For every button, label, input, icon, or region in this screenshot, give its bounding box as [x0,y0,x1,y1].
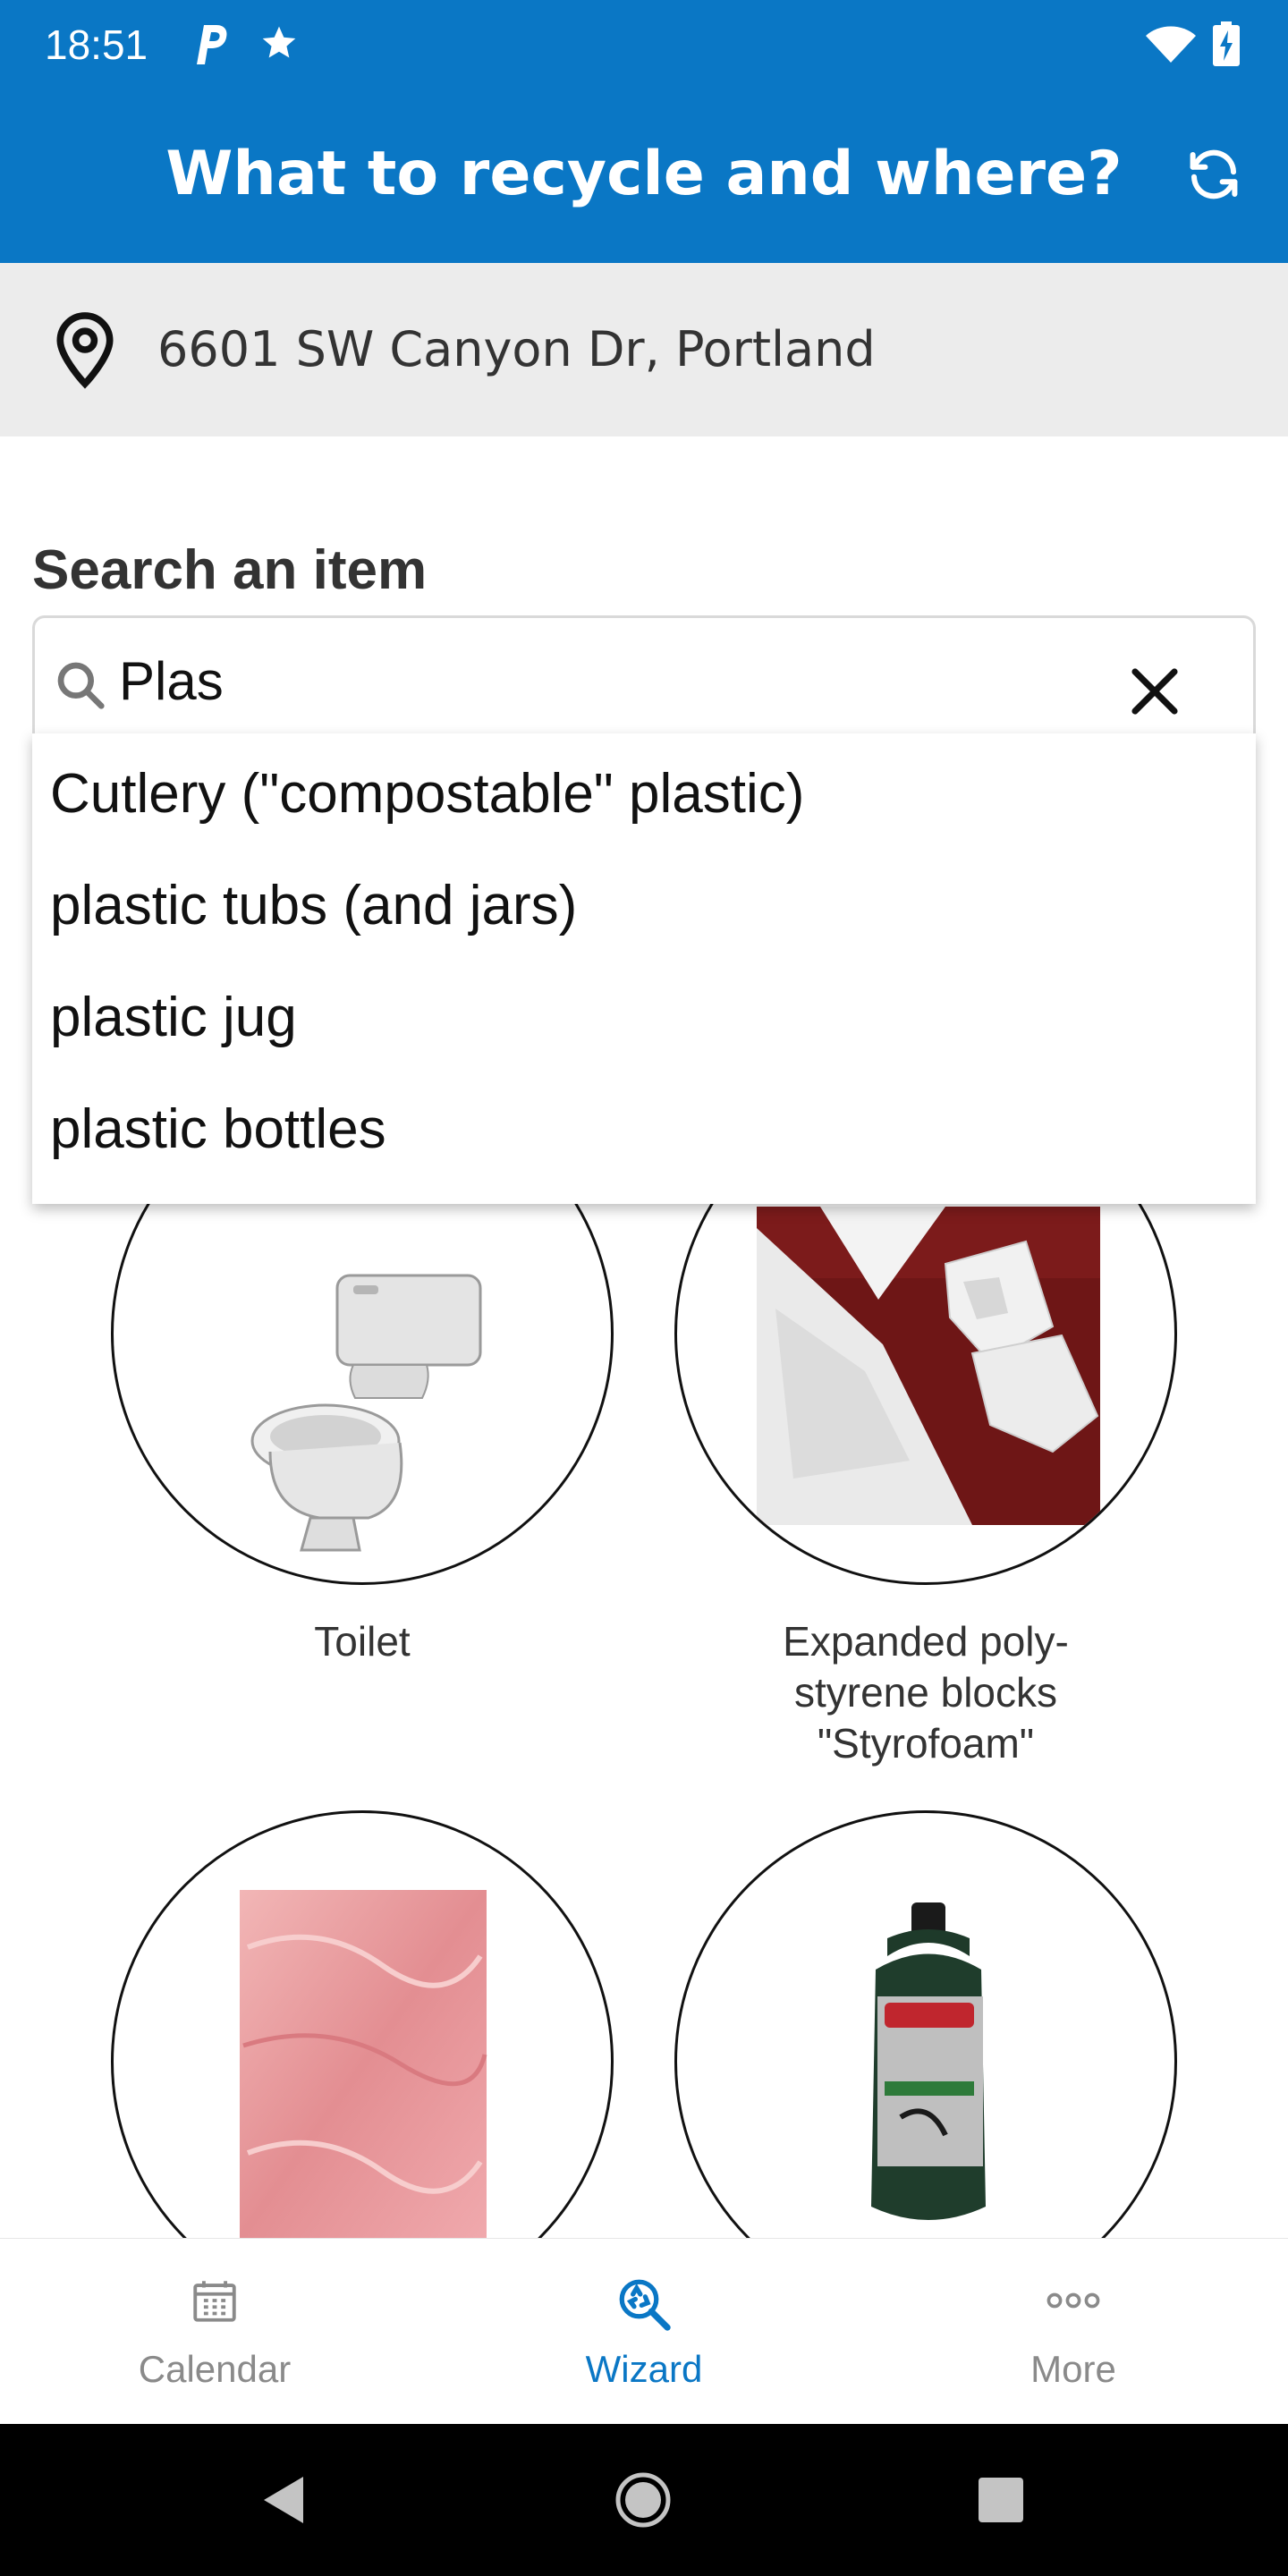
nav-label-more: More [1030,2348,1116,2390]
status-time: 18:51 [45,21,148,68]
styrofoam-image [757,1207,1100,1525]
calendar-icon [193,2281,236,2322]
home-button[interactable] [603,2460,683,2540]
recycle-search-icon [619,2279,671,2331]
insulation-image [240,1890,487,2238]
battery-charging-icon [1213,21,1240,70]
app-title: What to recycle and where? [165,139,1123,209]
close-icon [1131,668,1178,715]
suggestion-item[interactable]: plastic bottles [50,1096,386,1164]
suggestions-dropdown: Cutlery ("compostable" plastic) plastic … [32,733,1256,1204]
system-nav-bar [0,2424,1288,2576]
suggestion-item[interactable]: plastic jug [50,984,297,1052]
nav-item-calendar[interactable]: Calendar [0,2239,429,2425]
suggestion-item[interactable]: plastic tubs (and jars) [50,872,577,940]
recents-icon [979,2478,1023,2522]
propane-cylinder-image [871,1902,986,2220]
address-bar[interactable]: 6601 SW Canyon Dr, Portland [0,263,1288,436]
suggestion-item[interactable]: Cutlery ("compostable" plastic) [50,760,804,828]
search-icon [53,657,108,716]
item-grid: Toilet Expanded poly- styrene blocks "St… [0,1204,1288,2238]
status-bar: 18:51 [0,0,1288,89]
search-box [32,615,1256,750]
bottom-nav: Calendar Wizard More [0,2238,1288,2424]
refresh-icon [1190,149,1238,199]
parking-icon [193,23,229,70]
item-label-toilet: Toilet [314,1618,411,1665]
item-card-toilet[interactable] [111,1204,614,1585]
back-icon [264,2477,303,2523]
star-icon [259,23,299,66]
nav-item-more[interactable]: More [859,2239,1288,2425]
item-label-line: styrene blocks [793,1669,1057,1716]
search-label: Search an item [32,539,428,601]
nav-label-wizard: Wizard [585,2348,703,2390]
home-icon [615,2472,671,2528]
item-card-styrofoam[interactable] [674,1204,1177,1585]
item-label-line: "Styrofoam" [817,1720,1035,1767]
item-card-insulation[interactable] [111,1810,614,2238]
recents-button[interactable] [961,2460,1041,2540]
search-input[interactable] [119,645,1103,716]
refresh-button[interactable] [1177,138,1250,211]
clear-search-button[interactable] [1115,652,1194,731]
nav-item-wizard[interactable]: Wizard [429,2239,859,2425]
item-label-line: Expanded poly- [783,1618,1069,1665]
back-button[interactable] [243,2460,324,2540]
wifi-icon [1145,25,1197,68]
location-pin-icon [47,309,123,394]
app-bar: What to recycle and where? [0,89,1288,263]
item-card-propane[interactable] [674,1810,1177,2238]
address-text: 6601 SW Canyon Dr, Portland [157,321,876,377]
toilet-image [250,1274,482,1552]
more-dots-icon [1046,2292,1100,2309]
item-label-styrofoam: Expanded poly- styrene blocks "Styrofoam… [674,1616,1177,1769]
nav-label-calendar: Calendar [138,2348,292,2390]
